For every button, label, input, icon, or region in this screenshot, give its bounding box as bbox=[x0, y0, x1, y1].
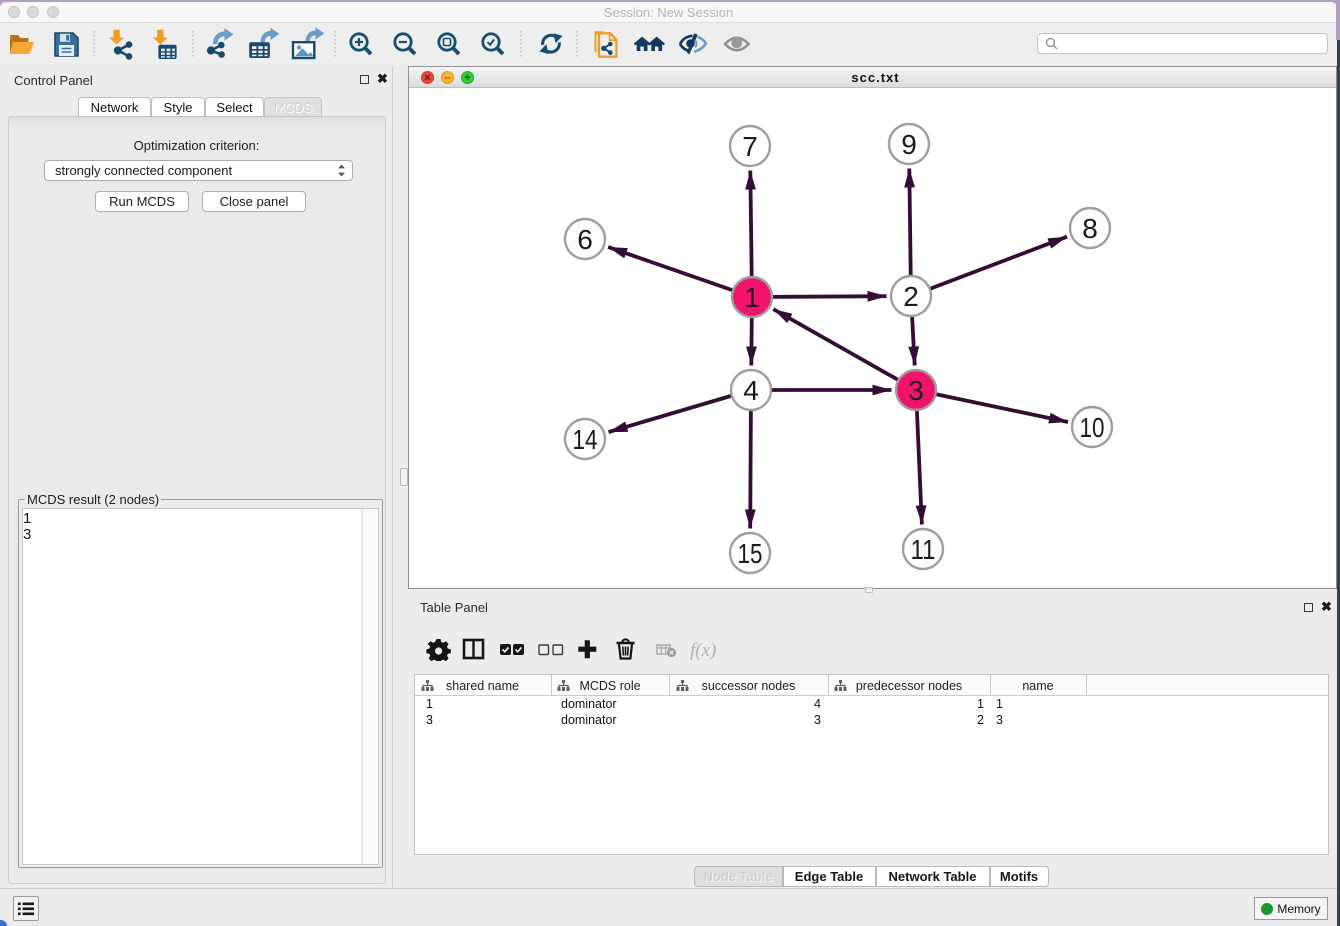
svg-text:f(x): f(x) bbox=[690, 640, 716, 661]
svg-text:2: 2 bbox=[903, 281, 919, 312]
svg-text:11: 11 bbox=[911, 534, 936, 565]
svg-text:3: 3 bbox=[908, 375, 924, 406]
svg-text:4: 4 bbox=[743, 375, 759, 406]
svg-text:6: 6 bbox=[577, 224, 593, 255]
svg-text:1: 1 bbox=[744, 282, 760, 313]
svg-text:15: 15 bbox=[738, 538, 763, 569]
svg-text:7: 7 bbox=[742, 131, 758, 162]
svg-text:8: 8 bbox=[1082, 213, 1098, 244]
svg-text:9: 9 bbox=[901, 129, 917, 160]
svg-text:14: 14 bbox=[573, 424, 598, 455]
svg-text:10: 10 bbox=[1080, 412, 1105, 443]
